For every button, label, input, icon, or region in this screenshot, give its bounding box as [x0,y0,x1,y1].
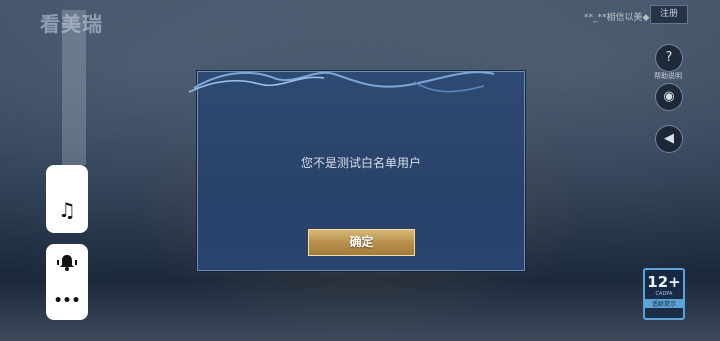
help-label: 帮助说明 [654,72,682,80]
bell-icon[interactable] [46,253,88,275]
age-rating-footer: 适龄提示 [645,299,683,308]
alert-dialog: 您不是测试白名单用户 确定 [188,71,525,271]
account-text: **_**相信以美◆ [584,13,650,23]
more-icon[interactable]: ••• [46,293,88,309]
confirm-button[interactable]: 确定 [308,229,415,256]
speaker-icon[interactable]: ◀ [655,125,683,153]
camera-icon[interactable]: ◉ [655,83,683,111]
music-icon[interactable]: ♫ [46,199,88,221]
dialog-message: 您不是测试白名单用户 [300,156,421,170]
tool-pill: ••• [46,244,88,320]
side-strip [62,10,86,165]
register-button[interactable]: 注册 [650,5,688,24]
age-rating-badge: 12+ CADPA 适龄提示 [643,268,685,320]
dialog-ornament [188,71,495,93]
music-tool[interactable]: ♫ [46,165,88,233]
question-icon[interactable]: ? [655,44,683,72]
age-rating-number: 12+ [647,273,681,291]
age-rating-org: CADPA [655,291,673,297]
